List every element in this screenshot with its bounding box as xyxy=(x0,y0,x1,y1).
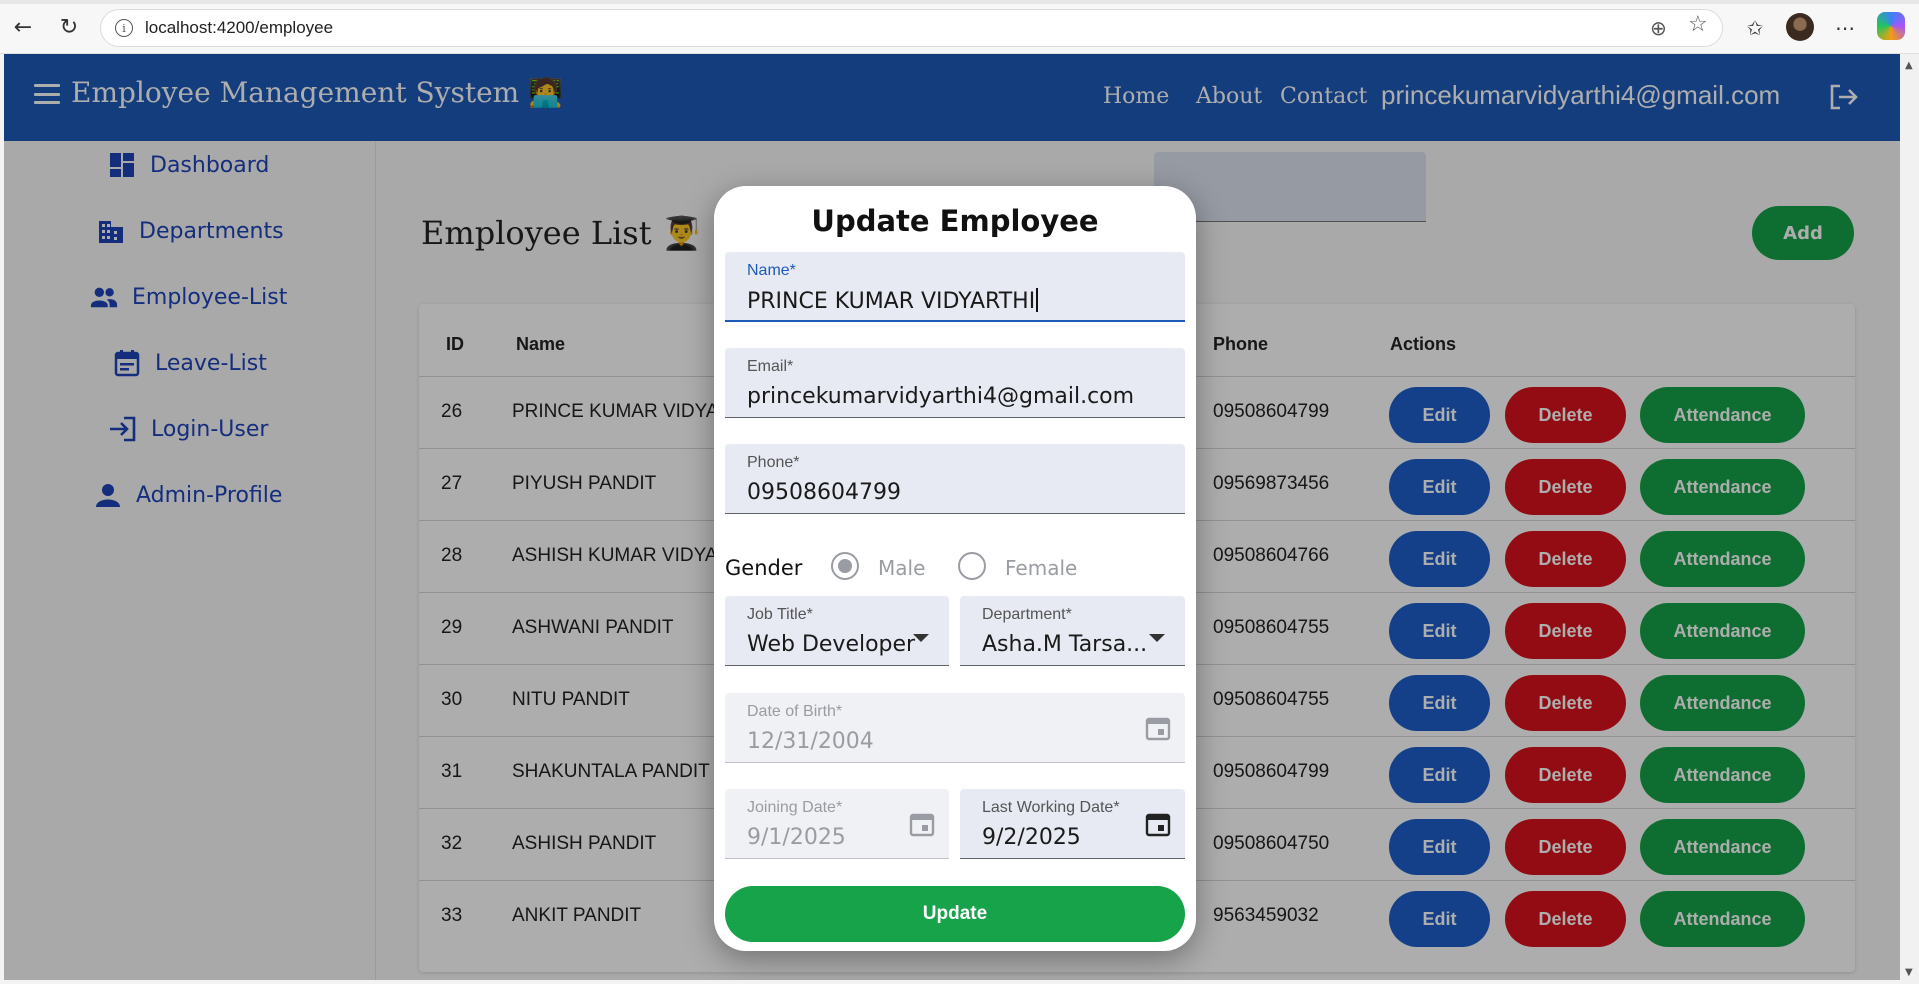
name-label: Name* xyxy=(747,262,796,279)
gender-female-radio[interactable] xyxy=(958,552,986,580)
app-page: Employee Management System 🧑‍💻 Home Abou… xyxy=(4,54,1900,980)
email-label: Email* xyxy=(747,358,794,375)
update-employee-dialog: Update Employee Name* PRINCE KUMAR VIDYA… xyxy=(714,186,1196,951)
chevron-down-icon xyxy=(1149,634,1165,642)
joining-date-field: Joining Date* 9/1/2025 xyxy=(725,789,949,859)
tab-strip xyxy=(0,0,1919,4)
date-of-birth-field: Date of Birth* 12/31/2004 xyxy=(725,693,1185,763)
phone-value[interactable]: 09508604799 xyxy=(747,480,901,505)
job-title-value: Web Developer xyxy=(747,632,916,657)
department-value: Asha.M Tarsa... xyxy=(982,632,1148,657)
calendar-icon xyxy=(1145,717,1171,741)
update-button[interactable]: Update xyxy=(725,886,1185,942)
page-scrollbar[interactable]: ▲ ▼ xyxy=(1900,54,1919,984)
reload-icon[interactable]: ↻ xyxy=(54,12,84,42)
scroll-up-icon[interactable]: ▲ xyxy=(1905,60,1913,71)
joining-date-value: 9/1/2025 xyxy=(747,825,846,850)
profile-avatar[interactable] xyxy=(1786,13,1814,41)
gender-male-label[interactable]: Male xyxy=(878,556,925,580)
gender-male-radio[interactable] xyxy=(831,552,859,580)
joining-date-label: Joining Date* xyxy=(747,799,843,816)
dob-value: 12/31/2004 xyxy=(747,729,874,754)
name-value[interactable]: PRINCE KUMAR VIDYARTHI xyxy=(747,288,1038,314)
department-label: Department* xyxy=(982,606,1072,623)
department-select[interactable]: Department* Asha.M Tarsa... xyxy=(960,596,1185,666)
calendar-icon xyxy=(909,813,935,837)
site-info-icon[interactable]: i xyxy=(115,19,133,37)
job-title-label: Job Title* xyxy=(747,606,813,623)
back-icon[interactable]: ← xyxy=(8,12,38,42)
chevron-down-icon xyxy=(913,634,929,642)
name-field[interactable]: Name* PRINCE KUMAR VIDYARTHI xyxy=(725,252,1185,322)
dob-label: Date of Birth* xyxy=(747,703,843,720)
copilot-icon[interactable] xyxy=(1877,12,1905,40)
last-working-date-value[interactable]: 9/2/2025 xyxy=(982,825,1081,850)
gender-female-label[interactable]: Female xyxy=(1005,556,1077,580)
email-field[interactable]: Email* princekumarvidyarthi4@gmail.com xyxy=(725,348,1185,418)
phone-field[interactable]: Phone* 09508604799 xyxy=(725,444,1185,514)
gender-label: Gender xyxy=(725,556,803,580)
dialog-title: Update Employee xyxy=(811,204,1099,238)
browser-toolbar: ← ↻ i localhost:4200/employee ⊕ ☆ ✩ ⋯ xyxy=(0,0,1919,54)
scroll-down-icon[interactable]: ▼ xyxy=(1905,967,1913,978)
job-title-select[interactable]: Job Title* Web Developer xyxy=(725,596,949,666)
favorites-icon[interactable]: ✩ xyxy=(1740,13,1770,43)
zoom-icon[interactable]: ⊕ xyxy=(1650,16,1667,40)
phone-label: Phone* xyxy=(747,454,800,471)
address-bar[interactable]: i localhost:4200/employee xyxy=(100,9,1723,47)
email-value[interactable]: princekumarvidyarthi4@gmail.com xyxy=(747,384,1134,409)
calendar-icon[interactable] xyxy=(1145,811,1171,837)
favorite-star-icon[interactable]: ☆ xyxy=(1688,12,1708,37)
last-working-date-field[interactable]: Last Working Date* 9/2/2025 xyxy=(960,789,1185,859)
last-working-date-label: Last Working Date* xyxy=(982,799,1120,816)
url-text[interactable]: localhost:4200/employee xyxy=(145,18,333,38)
more-options-icon[interactable]: ⋯ xyxy=(1830,13,1860,43)
